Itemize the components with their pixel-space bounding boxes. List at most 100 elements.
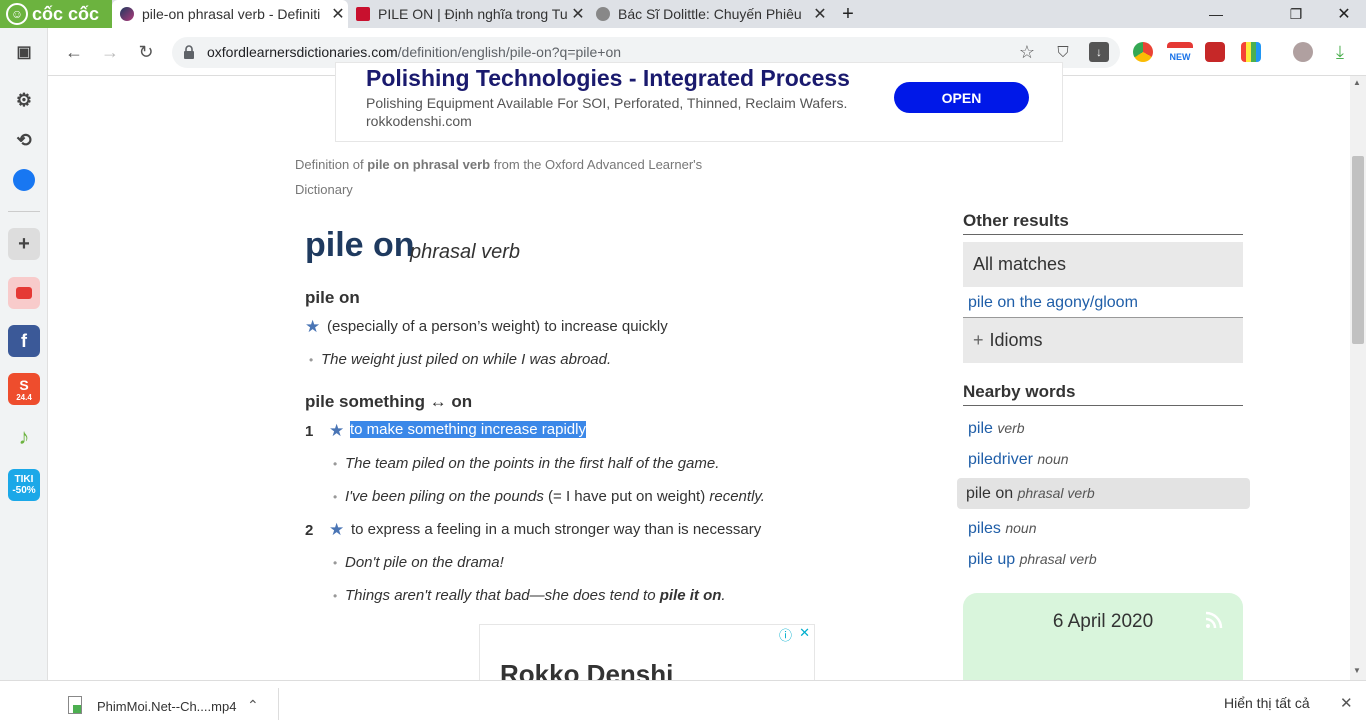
new-tab-button[interactable]: + xyxy=(828,0,868,28)
sidebar-item-youtube[interactable] xyxy=(8,277,40,309)
scrollbar-thumb[interactable] xyxy=(1352,156,1364,344)
sense-group-heading: pile on xyxy=(305,288,360,307)
nearby-pos: verb xyxy=(997,420,1025,436)
definition-selected: to make something increase rapidly xyxy=(349,418,587,442)
extension-color-icon[interactable] xyxy=(1241,42,1261,62)
close-tab-icon[interactable]: ✕ xyxy=(328,4,348,24)
extension-red-icon[interactable] xyxy=(1205,42,1225,62)
example-end: . xyxy=(721,587,726,604)
divider xyxy=(963,405,1243,406)
messenger-icon xyxy=(13,169,35,191)
close-window-button[interactable]: ✕ xyxy=(1324,0,1364,28)
example-bold: pile it on xyxy=(659,587,722,604)
reload-button[interactable]: ↻ xyxy=(132,38,160,66)
ad-headline[interactable]: Polishing Technologies - Integrated Proc… xyxy=(366,65,850,92)
forward-button[interactable]: → xyxy=(96,38,124,66)
example-gloss: (= I have put on weight) xyxy=(543,488,710,505)
extension-new-icon[interactable]: NEW xyxy=(1167,42,1193,62)
nearby-link[interactable]: pile verb xyxy=(968,420,1025,438)
bullet-icon: • xyxy=(333,490,338,504)
download-filename[interactable]: PhimMoi.Net--Ch....mp4 xyxy=(97,699,236,714)
word-of-the-day-card[interactable]: 6 April 2020 xyxy=(963,593,1243,693)
definition: (especially of a person’s weight) to inc… xyxy=(327,318,668,335)
divider xyxy=(963,234,1243,235)
other-results-heading: Other results xyxy=(963,211,1069,230)
sidebar-item-messenger[interactable] xyxy=(8,164,40,196)
shopee-icon: S xyxy=(19,376,29,393)
sidebar-divider xyxy=(8,211,40,212)
tab-2[interactable]: Bác Sĩ Dolittle: Chuyến Phiêu ✕ xyxy=(588,0,830,28)
shopee-badge: 24.4 xyxy=(16,392,32,402)
oxford3000-star-icon: ★ xyxy=(329,520,345,539)
scroll-up-icon[interactable]: ▲ xyxy=(1353,78,1361,87)
ad-close-icon[interactable]: ✕ xyxy=(799,625,810,641)
nearby-link[interactable]: piles noun xyxy=(968,520,1037,538)
bullet-icon: • xyxy=(309,353,314,367)
example: The team piled on the points in the firs… xyxy=(345,455,720,472)
close-tab-icon[interactable]: ✕ xyxy=(568,4,588,24)
tab-0[interactable]: pile-on phrasal verb - Definiti ✕ xyxy=(112,0,348,28)
divider xyxy=(278,688,279,720)
nearby-link[interactable]: piledriver noun xyxy=(968,451,1069,469)
film-favicon-icon xyxy=(596,7,610,21)
sense-number: 1 xyxy=(305,423,314,440)
sidebar-toggle-icon[interactable]: ▣ xyxy=(8,36,40,68)
restore-button[interactable]: ❐ xyxy=(1276,0,1316,28)
nearby-pos: noun xyxy=(1037,451,1069,467)
coccoc-logo[interactable]: ☺ cốc cốc xyxy=(0,0,112,28)
tab-1[interactable]: PILE ON | Định nghĩa trong Tu ✕ xyxy=(348,0,588,28)
idioms-button[interactable]: + Idioms xyxy=(963,318,1243,363)
file-badge-icon xyxy=(73,705,81,713)
download-icon[interactable]: ↓ xyxy=(1089,42,1109,62)
all-matches-button[interactable]: All matches xyxy=(963,242,1243,287)
nearby-word: pile up xyxy=(968,551,1016,568)
nearby-pos: phrasal verb xyxy=(1019,551,1097,567)
download-arrow-icon[interactable]: ⤓ xyxy=(1326,38,1354,66)
idioms-label: Idioms xyxy=(989,330,1043,350)
sense-number: 2 xyxy=(305,522,314,539)
extension-chrome-icon[interactable] xyxy=(1133,42,1153,62)
facebook-icon[interactable]: f xyxy=(8,325,40,357)
tab-title: Bác Sĩ Dolittle: Chuyến Phiêu xyxy=(618,6,802,22)
scroll-down-icon[interactable]: ▼ xyxy=(1353,666,1361,675)
ad-banner-bottom[interactable]: Rokko Denshi ⓘ ✕ xyxy=(479,624,815,684)
sense-group-heading: pile something ↔ on xyxy=(305,392,473,411)
profile-avatar[interactable] xyxy=(1293,42,1313,62)
nearby-link[interactable]: pile up phrasal verb xyxy=(968,551,1097,569)
back-button[interactable]: ← xyxy=(60,38,88,66)
coccoc-logo-icon: ☺ xyxy=(6,3,28,25)
ad-domain: rokkodenshi.com xyxy=(366,113,472,129)
ad-open-button[interactable]: OPEN xyxy=(894,82,1029,113)
logo-label: cốc cốc xyxy=(32,3,100,24)
match-link[interactable]: pile on the agony/gloom xyxy=(968,294,1138,312)
wotd-date: 6 April 2020 xyxy=(1052,611,1154,632)
rss-icon[interactable] xyxy=(1205,611,1223,629)
oxford3000-star-icon: ★ xyxy=(329,421,345,440)
source-suffix: from the Oxford Advanced Learner's xyxy=(490,157,703,172)
nearby-word: pile xyxy=(968,420,993,437)
selected-text: to make something increase rapidly xyxy=(350,421,586,438)
close-tab-icon[interactable]: ✕ xyxy=(810,4,830,24)
sidebar-item-tiki[interactable]: TIKI -50% xyxy=(8,469,40,501)
definition: to express a feeling in a much stronger … xyxy=(351,521,762,538)
nearby-word: pile on xyxy=(966,485,1014,502)
minimize-button[interactable]: — xyxy=(1196,0,1236,28)
music-icon[interactable]: ♪ xyxy=(8,421,40,453)
ad-banner-top[interactable]: Polishing Technologies - Integrated Proc… xyxy=(335,62,1063,142)
adchoices-icon[interactable]: ⓘ xyxy=(779,625,792,644)
sidebar-item-shopee[interactable]: S 24.4 xyxy=(8,373,40,405)
example: Things aren't really that bad—she does t… xyxy=(345,587,726,604)
show-all-button[interactable]: Hiển thị tất cả xyxy=(1224,695,1310,711)
chevron-up-icon[interactable]: ⌃ xyxy=(247,697,259,714)
bullet-icon: • xyxy=(333,589,338,603)
tiki-label: TIKI xyxy=(14,474,34,485)
example-text: Things aren't really that bad—she does t… xyxy=(345,587,660,604)
settings-gear-icon[interactable]: ⚙ xyxy=(8,84,40,116)
close-download-bar-icon[interactable]: ✕ xyxy=(1340,694,1353,712)
bullet-icon: • xyxy=(333,457,338,471)
lock-icon xyxy=(184,45,194,59)
history-icon[interactable]: ⟲ xyxy=(8,124,40,156)
add-app-icon[interactable]: + xyxy=(8,228,40,260)
url-text[interactable]: oxfordlearnersdictionaries.com/definitio… xyxy=(207,44,621,60)
plus-icon: + xyxy=(973,330,984,350)
